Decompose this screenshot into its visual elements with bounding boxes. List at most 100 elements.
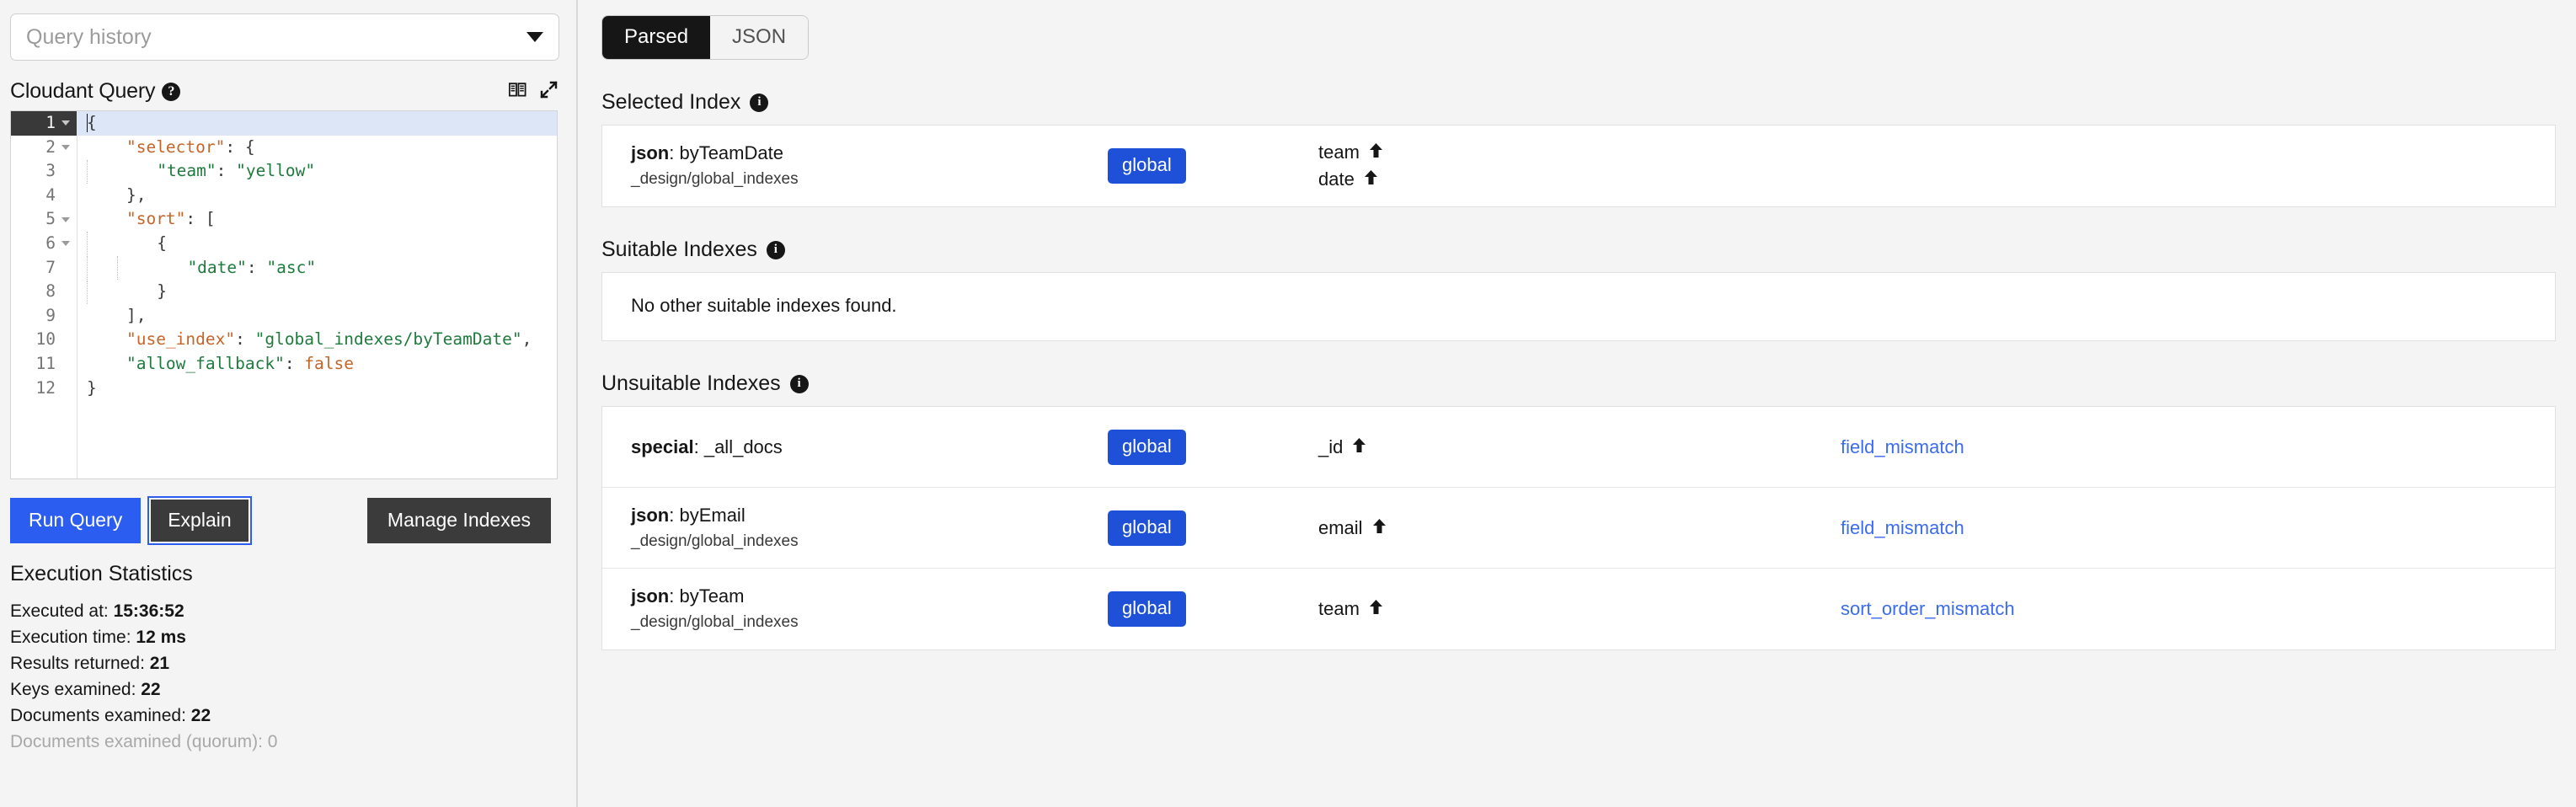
- index-type: json: [631, 142, 670, 163]
- index-row[interactable]: special: _all_docs global _id field_mismatc…: [602, 407, 2555, 488]
- mismatch-reason-link[interactable]: field_mismatch: [1841, 517, 1964, 538]
- code-line[interactable]: 11 "allow_fallback": false: [11, 352, 557, 377]
- query-history-select[interactable]: Query history: [10, 13, 559, 61]
- code-token: :: [246, 257, 267, 277]
- code-token: : [: [185, 209, 216, 229]
- indent-guide: [87, 256, 88, 281]
- code-line-text: {: [77, 232, 167, 256]
- code-token: "sort": [126, 209, 186, 229]
- index-row[interactable]: json: byTeamDate _design/global_indexes gl…: [602, 126, 2555, 206]
- code-line[interactable]: 3 "team": "yellow": [11, 159, 557, 184]
- line-number: 6: [11, 232, 77, 256]
- code-token: }: [157, 281, 167, 302]
- selected-index-card: json: byTeamDate _design/global_indexes gl…: [601, 125, 2556, 207]
- index-field-name: date: [1318, 168, 1355, 190]
- code-token: {: [87, 113, 97, 132]
- editor-header-actions: [508, 80, 558, 103]
- code-lines[interactable]: 1{2 "selector": {3 "team": "yellow" 4 }, 5…: [11, 111, 557, 400]
- statistic-value: 0: [267, 732, 278, 751]
- index-label: : byTeamDate: [669, 142, 783, 163]
- explain-button[interactable]: Explain: [147, 496, 252, 545]
- code-line-text: "date": "asc": [77, 256, 316, 281]
- statistic-line: Results returned: 21: [10, 650, 558, 676]
- code-line[interactable]: 8 }: [11, 280, 557, 304]
- line-number: 3: [45, 161, 56, 181]
- statistic-value: 21: [149, 654, 170, 673]
- query-action-buttons: Run Query Explain Manage Indexes: [0, 479, 576, 545]
- scope-badge: global: [1108, 148, 1186, 184]
- result-view-tabs[interactable]: Parsed JSON: [601, 15, 810, 60]
- help-icon[interactable]: ?: [162, 82, 181, 101]
- tab-parsed[interactable]: Parsed: [602, 16, 711, 59]
- code-line[interactable]: 12}: [11, 377, 557, 401]
- info-icon[interactable]: i: [789, 374, 809, 393]
- index-reason-cell: field_mismatch: [1841, 517, 2555, 539]
- code-line-text: },: [77, 184, 146, 208]
- code-line[interactable]: 10 "use_index": "global_indexes/byTeamDa…: [11, 328, 557, 352]
- code-line[interactable]: 4 },: [11, 184, 557, 208]
- code-line[interactable]: 9 ],: [11, 304, 557, 329]
- unsuitable-indexes-title: Unsuitable Indexes i: [601, 371, 2556, 396]
- code-line[interactable]: 1{: [11, 111, 557, 136]
- statistic-label: Documents examined:: [10, 706, 191, 725]
- statistic-line: Documents examined (quorum): 0: [10, 729, 558, 755]
- code-line[interactable]: 7 "date": "asc": [11, 256, 557, 281]
- index-reason-cell: field_mismatch: [1841, 436, 2555, 458]
- expand-icon[interactable]: [540, 80, 558, 103]
- tab-json[interactable]: JSON: [710, 16, 809, 59]
- code-line[interactable]: 5 "sort": [: [11, 207, 557, 232]
- fold-toggle-icon[interactable]: [61, 241, 70, 247]
- cloudant-query-editor[interactable]: 1{2 "selector": {3 "team": "yellow" 4 }, 5…: [10, 110, 558, 479]
- code-line-text: "allow_fallback": false: [77, 352, 354, 377]
- statistic-line: Executed at: 15:36:52: [10, 598, 558, 624]
- line-number: 1: [11, 111, 77, 136]
- fold-toggle-icon[interactable]: [61, 120, 70, 126]
- info-icon[interactable]: i: [750, 93, 769, 112]
- code-token: :: [216, 161, 237, 181]
- line-number: 12: [35, 377, 56, 398]
- mismatch-reason-link[interactable]: field_mismatch: [1841, 436, 1964, 457]
- query-history-wrap: Query history: [0, 0, 576, 61]
- index-fields-cell: team: [1318, 596, 1841, 623]
- code-token: : {: [225, 136, 255, 157]
- code-line-text: ],: [77, 304, 146, 329]
- chevron-down-icon[interactable]: [526, 32, 543, 42]
- index-row[interactable]: json: byEmail _design/global_indexes globa…: [602, 488, 2555, 569]
- index-name: json: byEmail: [631, 503, 1108, 528]
- book-icon[interactable]: [508, 82, 526, 101]
- code-line-text: "sort": [: [77, 207, 216, 232]
- indent-guide: [87, 280, 88, 304]
- code-token: :: [284, 353, 305, 373]
- code-line[interactable]: 6 {: [11, 232, 557, 256]
- execution-statistics: Execution Statistics Executed at: 15:36:…: [0, 543, 576, 755]
- index-scope-cell: global: [1108, 591, 1318, 627]
- index-field-name: email: [1318, 516, 1363, 538]
- index-name: json: byTeam: [631, 584, 1108, 609]
- indent-guide: [117, 256, 119, 281]
- index-field-name: team: [1318, 598, 1360, 619]
- statistic-value: 12 ms: [136, 628, 186, 647]
- line-number: 5: [11, 207, 77, 232]
- execution-statistics-title: Execution Statistics: [10, 562, 193, 585]
- code-token: "allow_fallback": [126, 353, 285, 373]
- code-line[interactable]: 2 "selector": {: [11, 136, 557, 160]
- suitable-indexes-label: Suitable Indexes: [601, 238, 757, 261]
- run-query-button[interactable]: Run Query: [10, 498, 142, 543]
- explain-query-page: Query history Cloudant Query ? 1 {2 "se…: [0, 0, 2576, 807]
- index-type: special: [631, 436, 694, 457]
- code-token: },: [126, 184, 147, 205]
- index-row[interactable]: json: byTeam _design/global_indexes global…: [602, 569, 2555, 649]
- info-icon[interactable]: i: [766, 240, 785, 259]
- statistic-value: 22: [141, 680, 161, 699]
- selected-index-title: Selected Index i: [601, 90, 2556, 115]
- fold-toggle-icon[interactable]: [61, 216, 70, 222]
- mismatch-reason-link[interactable]: sort_order_mismatch: [1841, 598, 2015, 619]
- fold-toggle-icon[interactable]: [61, 144, 70, 150]
- cloudant-query-header: Cloudant Query ?: [0, 61, 576, 110]
- index-label: : _all_docs: [693, 436, 783, 457]
- index-field-name: _id: [1318, 436, 1344, 457]
- index-scope-cell: global: [1108, 429, 1318, 465]
- manage-indexes-button[interactable]: Manage Indexes: [366, 498, 551, 543]
- unsuitable-indexes-label: Unsuitable Indexes: [601, 371, 781, 395]
- code-line-text: }: [77, 377, 97, 401]
